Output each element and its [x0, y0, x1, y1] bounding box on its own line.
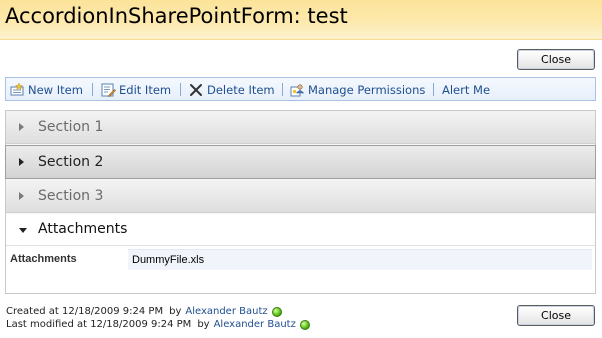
section-3-label: Section 3: [38, 188, 104, 204]
delete-x-icon: [189, 83, 204, 97]
modified-info: Last modified at 12/18/2009 9:24 PM by A…: [6, 319, 310, 330]
section-1-label: Section 1: [38, 119, 104, 135]
attachment-file-link[interactable]: DummyFile.xls: [128, 249, 592, 270]
attachments-panel: Attachments DummyFile.xls: [6, 246, 595, 293]
manage-permissions-icon: [290, 83, 305, 97]
delete-item-button[interactable]: Delete Item: [189, 82, 275, 98]
attachments-section-label: Attachments: [38, 221, 128, 237]
chevron-right-icon: [19, 158, 24, 166]
title-bar: AccordionInSharePointForm: test: [0, 0, 602, 40]
presence-online-icon[interactable]: [299, 319, 310, 330]
alert-me-button[interactable]: Alert Me: [442, 82, 490, 98]
created-info: Created at 12/18/2009 9:24 PM by Alexand…: [6, 306, 282, 317]
delete-item-label: Delete Item: [207, 83, 275, 97]
presence-online-icon[interactable]: [271, 306, 282, 317]
attachments-field-label: Attachments: [10, 253, 77, 265]
chevron-down-icon: [19, 228, 27, 233]
toolbar-separator: [433, 83, 434, 96]
page-title: AccordionInSharePointForm: test: [5, 4, 348, 28]
accordion-section-3-header[interactable]: Section 3: [6, 180, 595, 213]
toolbar-separator: [180, 83, 181, 96]
accordion-attachments-header[interactable]: Attachments: [6, 214, 595, 246]
toolbar-separator: [92, 83, 93, 96]
accordion-section-1-header[interactable]: Section 1: [6, 111, 595, 144]
created-text: Created at 12/18/2009 9:24 PM: [6, 306, 164, 317]
new-item-icon: [10, 82, 25, 97]
close-button-bottom[interactable]: Close: [517, 305, 595, 326]
item-toolbar: New Item Edit Item Delete Item Manage Pe…: [5, 77, 596, 101]
created-by-link[interactable]: Alexander Bautz: [185, 306, 267, 317]
close-button-top[interactable]: Close: [517, 49, 595, 70]
modified-by-label: by: [197, 319, 210, 330]
modified-text: Last modified at 12/18/2009 9:24 PM: [6, 319, 192, 330]
chevron-right-icon: [19, 123, 24, 131]
edit-item-button[interactable]: Edit Item: [101, 82, 171, 98]
created-by-label: by: [169, 306, 182, 317]
toolbar-separator: [282, 83, 283, 96]
new-item-button[interactable]: New Item: [10, 82, 83, 98]
form-accordion: Section 1 Section 2 Section 3 Attachment…: [5, 110, 596, 294]
manage-permissions-button[interactable]: Manage Permissions: [290, 82, 425, 98]
chevron-right-icon: [19, 192, 24, 200]
modified-by-link[interactable]: Alexander Bautz: [214, 319, 296, 330]
manage-permissions-label: Manage Permissions: [308, 83, 426, 97]
edit-item-icon: [101, 83, 116, 97]
new-item-label: New Item: [28, 83, 83, 97]
alert-me-label: Alert Me: [442, 83, 491, 97]
accordion-section-2-header[interactable]: Section 2: [5, 145, 596, 179]
section-2-label: Section 2: [38, 154, 104, 170]
edit-item-label: Edit Item: [119, 83, 172, 97]
